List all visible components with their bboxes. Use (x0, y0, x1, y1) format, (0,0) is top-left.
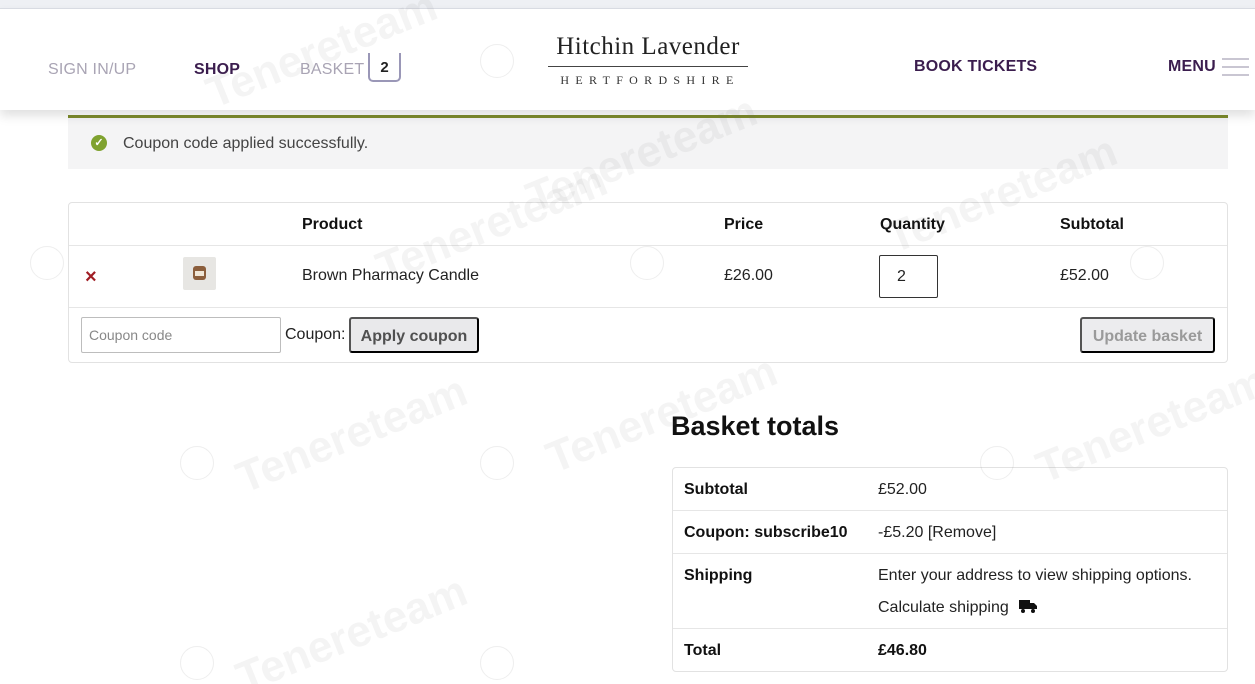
product-price: £26.00 (724, 267, 773, 284)
nav-book-tickets[interactable]: BOOK TICKETS (914, 58, 1037, 76)
site-header: SIGN IN/UP SHOP BASKET 2 Hitchin Lavende… (0, 8, 1255, 110)
totals-coupon-row: Coupon: subscribe10 -£5.20 [Remove] (673, 511, 1227, 554)
cart-table: Product Price Quantity Subtotal × Brown … (68, 202, 1228, 363)
coupon-discount-value[interactable]: -£5.20 [Remove] (878, 524, 996, 542)
coupon-code-input[interactable]: Coupon code (81, 317, 281, 353)
apply-coupon-button[interactable]: Apply coupon (349, 317, 479, 353)
watermark-logo (180, 446, 214, 480)
product-name-link[interactable]: Brown Pharmacy Candle (302, 267, 479, 285)
basket-totals-heading: Basket totals (671, 411, 840, 441)
nav-basket[interactable]: BASKET (300, 61, 364, 79)
basket-totals-table: Subtotal £52.00 Coupon: subscribe10 -£5.… (672, 467, 1228, 672)
logo-subtitle: HERTFORDSHIRE (560, 73, 740, 87)
success-notice: ✓ Coupon code applied successfully. (68, 115, 1228, 169)
column-header-product: Product (302, 216, 363, 233)
watermark-logo (480, 646, 514, 680)
logo-divider (548, 66, 748, 67)
notice-message: Coupon code applied successfully. (123, 135, 369, 152)
watermark-logo (180, 646, 214, 680)
update-basket-button[interactable]: Update basket (1080, 317, 1215, 353)
total-value: £46.80 (878, 642, 927, 659)
remove-item-icon[interactable]: × (85, 266, 97, 289)
totals-subtotal-row: Subtotal £52.00 (673, 468, 1227, 511)
check-circle-icon: ✓ (91, 135, 107, 151)
watermark-text: Tenereteam (229, 566, 474, 684)
watermark-text: Tenereteam (229, 366, 474, 503)
item-subtotal: £52.00 (1060, 267, 1109, 284)
basket-count-badge[interactable]: 2 (368, 53, 401, 82)
nav-sign-in[interactable]: SIGN IN/UP (48, 61, 136, 79)
shipping-info-text: Enter your address to view shipping opti… (878, 567, 1192, 584)
nav-menu[interactable]: MENU (1168, 58, 1216, 76)
quantity-input[interactable]: 2 (879, 255, 938, 298)
browser-top-strip (0, 0, 1255, 8)
logo-title: Hitchin Lavender (556, 33, 740, 60)
product-thumbnail[interactable] (183, 257, 216, 290)
cart-item-row: × Brown Pharmacy Candle £26.00 2 £52.00 (69, 246, 1227, 308)
totals-total-row: Total £46.80 (673, 629, 1227, 672)
cart-actions: Coupon code Coupon: Apply coupon Update … (69, 308, 1227, 363)
cart-table-header: Product Price Quantity Subtotal (69, 203, 1227, 246)
truck-icon[interactable] (1019, 600, 1037, 613)
column-header-quantity: Quantity (880, 216, 945, 233)
shipping-label: Shipping (684, 567, 753, 584)
total-label: Total (684, 642, 722, 659)
totals-shipping-row: Shipping Enter your address to view ship… (673, 554, 1227, 629)
nav-shop[interactable]: SHOP (194, 61, 240, 79)
column-header-subtotal: Subtotal (1060, 216, 1124, 233)
watermark-logo (480, 446, 514, 480)
subtotal-label: Subtotal (684, 481, 748, 498)
watermark-logo (30, 246, 64, 280)
column-header-price: Price (724, 216, 764, 233)
site-logo[interactable]: Hitchin Lavender HERTFORDSHIRE (548, 33, 748, 88)
hamburger-icon[interactable] (1222, 58, 1249, 76)
calculate-shipping-link[interactable]: Calculate shipping (878, 599, 1009, 617)
coupon-applied-label: Coupon: subscribe10 (684, 524, 848, 541)
subtotal-value: £52.00 (878, 481, 927, 498)
coupon-label: Coupon: (285, 326, 346, 343)
